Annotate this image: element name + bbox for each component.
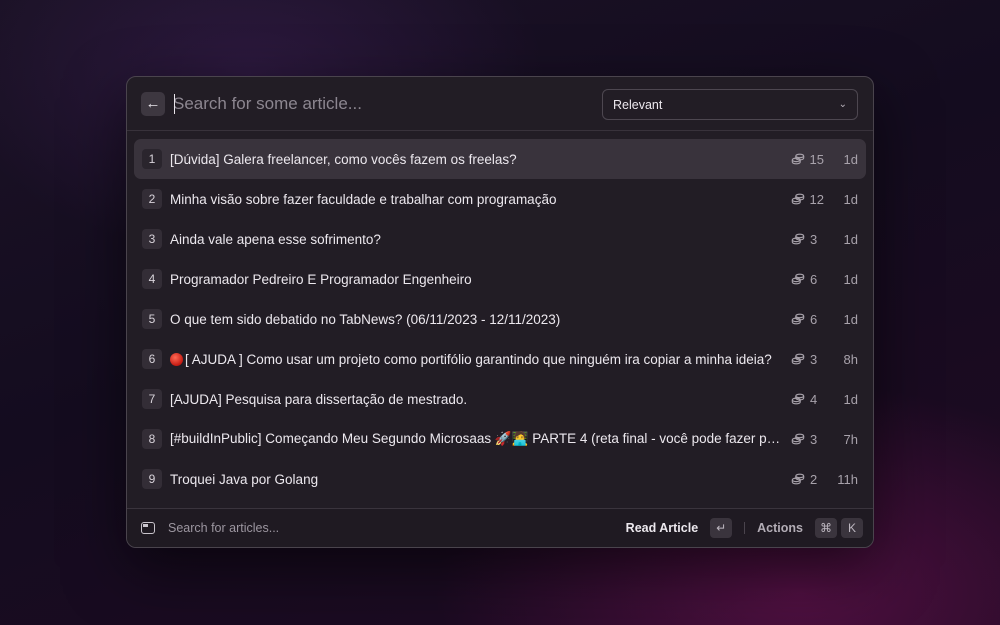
article-title: [ AJUDA ] Como usar um projeto como port… [170, 352, 786, 367]
article-age: 8h [843, 351, 858, 367]
tabcoins-icon [791, 432, 810, 446]
raycast-window: ← Relevant ⌄ 1 [Dúvida] Galera freelancer… [126, 76, 874, 548]
article-title-text: Minha visão sobre fazer faculdade e trab… [170, 191, 557, 207]
article-list: 1 [Dúvida] Galera freelancer, como vocês … [127, 131, 873, 499]
back-button[interactable]: ← [141, 91, 165, 116]
article-title: [#buildInPublic] Começando Meu Segundo M… [170, 431, 786, 447]
tabcoins-count: 4 [810, 391, 818, 407]
article-meta: 15 1d [791, 139, 858, 179]
tabcoins-icon [791, 312, 810, 326]
article-title: Minha visão sobre fazer faculdade e trab… [170, 192, 786, 207]
article-age: 1d [843, 191, 858, 207]
article-meta: 6 1d [791, 259, 858, 299]
article-title-text: Ainda vale apena esse sofrimento? [170, 231, 381, 247]
tabcoins-count: 12 [809, 191, 824, 207]
sort-dropdown[interactable]: Relevant ⌄ [602, 89, 858, 120]
article-title: O que tem sido debatido no TabNews? (06/… [170, 312, 786, 327]
footer-actions: Read Article ↵ Actions ⌘ K [626, 518, 863, 538]
article-index: 7 [142, 389, 162, 409]
k-key: K [841, 518, 863, 538]
footer-bar: Search for articles... Read Article ↵ Ac… [127, 508, 873, 547]
article-age: 11h [837, 471, 858, 487]
article-index: 8 [142, 429, 162, 449]
article-title-text: O que tem sido debatido no TabNews? (06/… [170, 311, 561, 327]
actions-button[interactable]: Actions [757, 521, 803, 535]
article-title: Troquei Java por Golang [170, 472, 786, 487]
article-meta: 12 1d [791, 179, 858, 219]
article-age: 1d [843, 271, 858, 287]
tabcoins-count: 2 [810, 471, 818, 487]
tabcoins-icon [791, 352, 810, 366]
tabcoins-icon [791, 272, 810, 286]
article-meta: 2 11h [791, 459, 858, 499]
article-meta: 6 1d [791, 299, 858, 339]
article-age: 7h [843, 431, 858, 447]
article-row[interactable]: 2 Minha visão sobre fazer faculdade e tra… [134, 179, 866, 219]
article-index: 5 [142, 309, 162, 329]
search-input[interactable] [173, 88, 593, 119]
tabcoins-icon [791, 472, 810, 486]
article-title-text: Programador Pedreiro E Programador Engen… [170, 271, 472, 287]
article-meta: 4 1d [791, 379, 858, 419]
article-title: Programador Pedreiro E Programador Engen… [170, 272, 786, 287]
tabcoins-count: 15 [809, 151, 824, 167]
article-title-text: [ AJUDA ] Como usar um projeto como port… [185, 351, 772, 367]
article-title-text: [#buildInPublic] Começando Meu Segundo M… [170, 431, 786, 446]
article-title-text: Troquei Java por Golang [170, 471, 319, 487]
article-age: 1d [843, 231, 858, 247]
article-index: 6 [142, 349, 162, 369]
article-row[interactable]: 3 Ainda vale apena esse sofrimento? 3 1d [134, 219, 866, 259]
article-row[interactable]: 6 [ AJUDA ] Como usar um projeto como por… [134, 339, 866, 379]
article-row[interactable]: 9 Troquei Java por Golang 2 11h [134, 459, 866, 499]
tabcoins-count: 3 [810, 431, 818, 447]
app-window-icon [141, 522, 155, 534]
article-age: 1d [843, 391, 858, 407]
article-index: 3 [142, 229, 162, 249]
text-cursor [174, 94, 175, 114]
article-meta: 3 7h [791, 419, 858, 459]
article-row[interactable]: 5 O que tem sido debatido no TabNews? (06… [134, 299, 866, 339]
tabcoins-icon [791, 392, 810, 406]
red-circle-icon [170, 352, 183, 366]
tabcoins-count: 6 [810, 311, 818, 327]
sort-selected-value: Relevant [613, 97, 663, 112]
article-meta: 3 8h [791, 339, 858, 379]
footer-divider [744, 522, 746, 534]
article-title-text: [Dúvida] Galera freelancer, como vocês f… [170, 151, 517, 167]
article-title: [AJUDA] Pesquisa para dissertação de mes… [170, 392, 786, 407]
tabcoins-icon [791, 192, 810, 206]
footer-search-label: Search for articles... [168, 521, 280, 535]
chevron-down-icon: ⌄ [838, 99, 847, 110]
article-age: 1d [843, 311, 858, 327]
article-row[interactable]: 7 [AJUDA] Pesquisa para dissertação de me… [134, 379, 866, 419]
article-title: [Dúvida] Galera freelancer, como vocês f… [170, 152, 786, 167]
article-index: 2 [142, 189, 162, 209]
arrow-left-icon: ← [145, 95, 161, 112]
article-meta: 3 1d [791, 219, 858, 259]
article-age: 1d [843, 151, 858, 167]
article-title: Ainda vale apena esse sofrimento? [170, 232, 786, 247]
return-key-icon: ↵ [710, 518, 733, 538]
article-row[interactable]: 1 [Dúvida] Galera freelancer, como vocês … [134, 139, 866, 179]
search-header: ← Relevant ⌄ [127, 77, 873, 131]
tabcoins-count: 3 [810, 231, 818, 247]
tabcoins-icon [791, 232, 810, 246]
tabcoins-icon [791, 152, 810, 166]
article-title-text: [AJUDA] Pesquisa para dissertação de mes… [170, 391, 468, 407]
article-row[interactable]: 8 [#buildInPublic] Começando Meu Segundo … [134, 419, 866, 459]
article-index: 9 [142, 469, 162, 489]
article-index: 1 [142, 149, 162, 169]
command-key-icon: ⌘ [815, 518, 837, 538]
tabcoins-count: 6 [810, 271, 818, 287]
read-article-button[interactable]: Read Article [626, 521, 698, 535]
article-row[interactable]: 4 Programador Pedreiro E Programador Enge… [134, 259, 866, 299]
tabcoins-count: 3 [810, 351, 818, 367]
article-index: 4 [142, 269, 162, 289]
